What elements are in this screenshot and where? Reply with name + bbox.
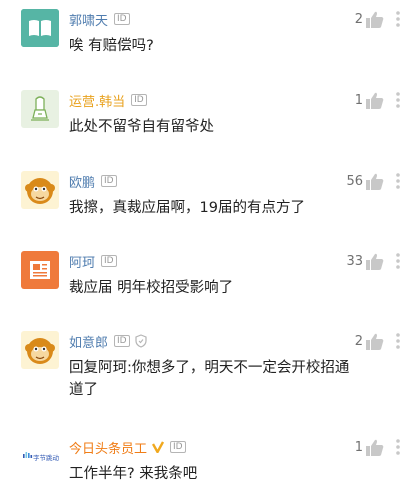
username[interactable]: 欧鹏 <box>69 172 95 191</box>
username[interactable]: 阿珂 <box>69 252 95 271</box>
more-vertical-icon[interactable] <box>396 253 400 269</box>
monkey-avatar-icon <box>21 331 59 369</box>
like-count: 2 <box>354 333 363 349</box>
shield-icon <box>135 334 147 348</box>
like-count: 1 <box>354 439 363 455</box>
comment-text: 此处不留爷自有留爷处 <box>69 119 214 135</box>
thumbs-up-icon[interactable] <box>366 253 384 270</box>
bytedance-logo-text: 字节跳动 <box>33 454 59 462</box>
comment-text: 裁应届 明年校招受影响了 <box>69 280 234 296</box>
username[interactable]: 运营.韩当 <box>69 91 125 110</box>
id-badge: ID <box>114 13 130 25</box>
id-badge: ID <box>114 335 130 347</box>
avatar[interactable] <box>21 171 59 209</box>
thumbs-up-icon[interactable] <box>366 92 384 109</box>
id-badge: ID <box>101 175 117 187</box>
thumbs-up-icon[interactable] <box>366 11 384 28</box>
avatar[interactable] <box>21 331 59 369</box>
like-count: 1 <box>354 92 363 108</box>
book-avatar-icon <box>21 9 59 47</box>
avatar[interactable] <box>21 9 59 47</box>
id-badge: ID <box>101 255 117 267</box>
plant-avatar-icon <box>21 90 59 128</box>
id-badge: ID <box>131 94 147 106</box>
comment-list: 郭啸天 ID 唉 有赔偿吗? 2 运营.韩当 ID 此处不留爷自有留爷处 1 欧… <box>0 0 416 493</box>
like-count: 33 <box>346 253 363 269</box>
more-vertical-icon[interactable] <box>396 173 400 189</box>
more-vertical-icon[interactable] <box>396 333 400 349</box>
more-vertical-icon[interactable] <box>396 11 400 27</box>
thumbs-up-icon[interactable] <box>366 439 384 456</box>
comment-text: 我擦，真裁应届啊，19届的有点方了 <box>69 200 305 216</box>
more-vertical-icon[interactable] <box>396 92 400 108</box>
like-count: 2 <box>354 11 363 27</box>
like-count: 56 <box>346 173 363 189</box>
avatar[interactable] <box>21 90 59 128</box>
avatar[interactable] <box>21 251 59 289</box>
id-badge: ID <box>170 441 186 453</box>
comment-text: 回复阿珂:你想多了，明天不一定会开校招通道了 <box>69 360 350 398</box>
monkey-avatar-icon <box>21 171 59 209</box>
newspaper-avatar-icon <box>21 251 59 289</box>
thumbs-up-icon[interactable] <box>366 333 384 350</box>
username[interactable]: 今日头条员工 <box>69 438 147 457</box>
username[interactable]: 郭啸天 <box>69 10 108 29</box>
comment-text: 工作半年? 来我条吧 <box>69 466 198 482</box>
avatar[interactable]: 字节跳动 <box>21 437 59 475</box>
username[interactable]: 如意郎 <box>69 332 108 351</box>
thumbs-up-icon[interactable] <box>366 173 384 190</box>
verified-check-icon <box>152 441 165 453</box>
more-vertical-icon[interactable] <box>396 439 400 455</box>
comment-text: 唉 有赔偿吗? <box>69 38 154 54</box>
